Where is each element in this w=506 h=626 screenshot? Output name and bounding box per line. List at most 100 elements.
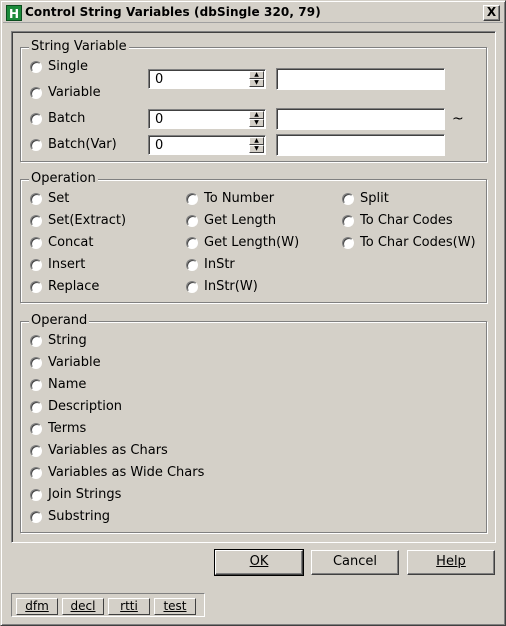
op-instr[interactable]: InStr	[186, 257, 235, 272]
spin-up-icon[interactable]: ▲	[249, 71, 264, 79]
cancel-button[interactable]: Cancel	[311, 550, 399, 575]
dialog-window: H Control String Variables (dbSingle 320…	[0, 0, 506, 626]
radio-circle-icon	[30, 378, 42, 391]
op-instr-label: InStr	[204, 257, 235, 272]
radio-circle-icon	[30, 86, 42, 99]
op-replace-label: Replace	[48, 279, 100, 294]
op-get-length-w-label: Get Length(W)	[204, 235, 300, 250]
batch-var-value: 0	[155, 138, 164, 153]
op-set-label: Set	[48, 191, 70, 206]
main-panel: String Variable Single Variable Batch Ba…	[11, 31, 496, 543]
radio-circle-icon	[342, 236, 354, 249]
op-get-length-w[interactable]: Get Length(W)	[186, 235, 299, 250]
op-set-extract-label: Set(Extract)	[48, 213, 127, 228]
op-split[interactable]: Split	[342, 191, 389, 206]
radio-single[interactable]: Single	[30, 59, 88, 74]
op-split-label: Split	[360, 191, 389, 206]
radio-variable[interactable]: Variable	[30, 85, 101, 100]
operand-description[interactable]: Description	[30, 399, 122, 414]
window-title: Control String Variables (dbSingle 320, …	[25, 5, 321, 19]
spin-up-icon[interactable]: ▲	[249, 111, 264, 119]
test-button[interactable]: test	[154, 598, 196, 615]
spin-up-icon[interactable]: ▲	[249, 137, 264, 145]
radio-circle-icon	[186, 258, 198, 271]
operand-string-label: String	[48, 333, 87, 348]
operand-description-label: Description	[48, 399, 123, 414]
operand-variable[interactable]: Variable	[30, 355, 101, 370]
operand-name[interactable]: Name	[30, 377, 86, 392]
op-concat[interactable]: Concat	[30, 235, 93, 250]
radio-circle-icon	[30, 510, 42, 523]
single-value: 0	[155, 72, 164, 87]
radio-circle-icon	[186, 280, 198, 293]
radio-circle-icon	[30, 400, 42, 413]
op-get-length-label: Get Length	[204, 213, 277, 228]
operand-variables-as-chars[interactable]: Variables as Chars	[30, 443, 168, 458]
operand-variables-as-wide-chars[interactable]: Variables as Wide Chars	[30, 465, 204, 480]
operand-variable-label: Variable	[48, 355, 101, 370]
radio-batch-label: Batch	[48, 111, 86, 126]
op-replace[interactable]: Replace	[30, 279, 99, 294]
radio-circle-icon	[30, 334, 42, 347]
test-button-label: test	[163, 599, 187, 613]
radio-batch-var-label: Batch(Var)	[48, 137, 117, 152]
radio-batch[interactable]: Batch	[30, 111, 85, 126]
app-icon: H	[6, 5, 22, 21]
operand-substring[interactable]: Substring	[30, 509, 110, 524]
operand-join-strings-label: Join Strings	[48, 487, 122, 502]
rtti-button[interactable]: rtti	[108, 598, 150, 615]
batch-end-field[interactable]	[276, 108, 445, 130]
help-button[interactable]: Help	[407, 550, 495, 575]
operand-group-title: Operand	[29, 313, 90, 328]
op-to-number[interactable]: To Number	[186, 191, 274, 206]
operand-terms-label: Terms	[48, 421, 87, 436]
radio-circle-icon	[30, 236, 42, 249]
title-bar: H Control String Variables (dbSingle 320…	[3, 3, 503, 23]
op-to-char-codes-w[interactable]: To Char Codes(W)	[342, 235, 476, 250]
radio-circle-icon	[30, 214, 42, 227]
radio-circle-icon	[30, 192, 42, 205]
radio-circle-icon	[186, 192, 198, 205]
dfm-button[interactable]: dfm	[16, 598, 58, 615]
operand-string[interactable]: String	[30, 333, 87, 348]
help-button-label: Help	[436, 554, 466, 569]
op-to-number-label: To Number	[204, 191, 275, 206]
operand-terms[interactable]: Terms	[30, 421, 86, 436]
radio-circle-icon	[30, 280, 42, 293]
decl-button-label: decl	[70, 599, 96, 613]
batch-spin-edit[interactable]: 0 ▲ ▼	[148, 109, 266, 129]
operand-substring-label: Substring	[48, 509, 111, 524]
operation-group: Operation Set Set(Extract) Concat Insert…	[20, 171, 487, 303]
radio-circle-icon	[30, 356, 42, 369]
radio-batch-var[interactable]: Batch(Var)	[30, 137, 117, 152]
radio-variable-label: Variable	[48, 85, 101, 100]
dfm-button-label: dfm	[25, 599, 49, 613]
spin-down-icon[interactable]: ▼	[249, 145, 264, 153]
op-to-char-codes[interactable]: To Char Codes	[342, 213, 453, 228]
decl-button[interactable]: decl	[62, 598, 104, 615]
op-set[interactable]: Set	[30, 191, 69, 206]
spin-down-icon[interactable]: ▼	[249, 119, 264, 127]
op-insert[interactable]: Insert	[30, 257, 85, 272]
spin-down-icon[interactable]: ▼	[249, 79, 264, 87]
op-get-length[interactable]: Get Length	[186, 213, 276, 228]
operand-group: Operand String Variable Name Description…	[20, 313, 487, 533]
radio-circle-icon	[186, 236, 198, 249]
range-tilde: ~	[452, 111, 464, 127]
close-button[interactable]: X	[483, 5, 500, 21]
cancel-button-label: Cancel	[332, 554, 378, 569]
single-spin-edit[interactable]: 0 ▲ ▼	[148, 69, 266, 89]
op-set-extract[interactable]: Set(Extract)	[30, 213, 126, 228]
batch-var-name-field[interactable]	[276, 134, 445, 156]
op-to-char-codes-w-label: To Char Codes(W)	[360, 235, 476, 250]
radio-circle-icon	[30, 422, 42, 435]
op-instr-w-label: InStr(W)	[204, 279, 258, 294]
operand-name-label: Name	[48, 377, 87, 392]
operand-join-strings[interactable]: Join Strings	[30, 487, 121, 502]
single-name-field[interactable]	[276, 68, 445, 90]
string-variable-group: String Variable Single Variable Batch Ba…	[20, 39, 487, 162]
radio-circle-icon	[342, 214, 354, 227]
ok-button[interactable]: OK	[214, 549, 304, 576]
op-instr-w[interactable]: InStr(W)	[186, 279, 258, 294]
batch-var-spin-edit[interactable]: 0 ▲ ▼	[148, 135, 266, 155]
